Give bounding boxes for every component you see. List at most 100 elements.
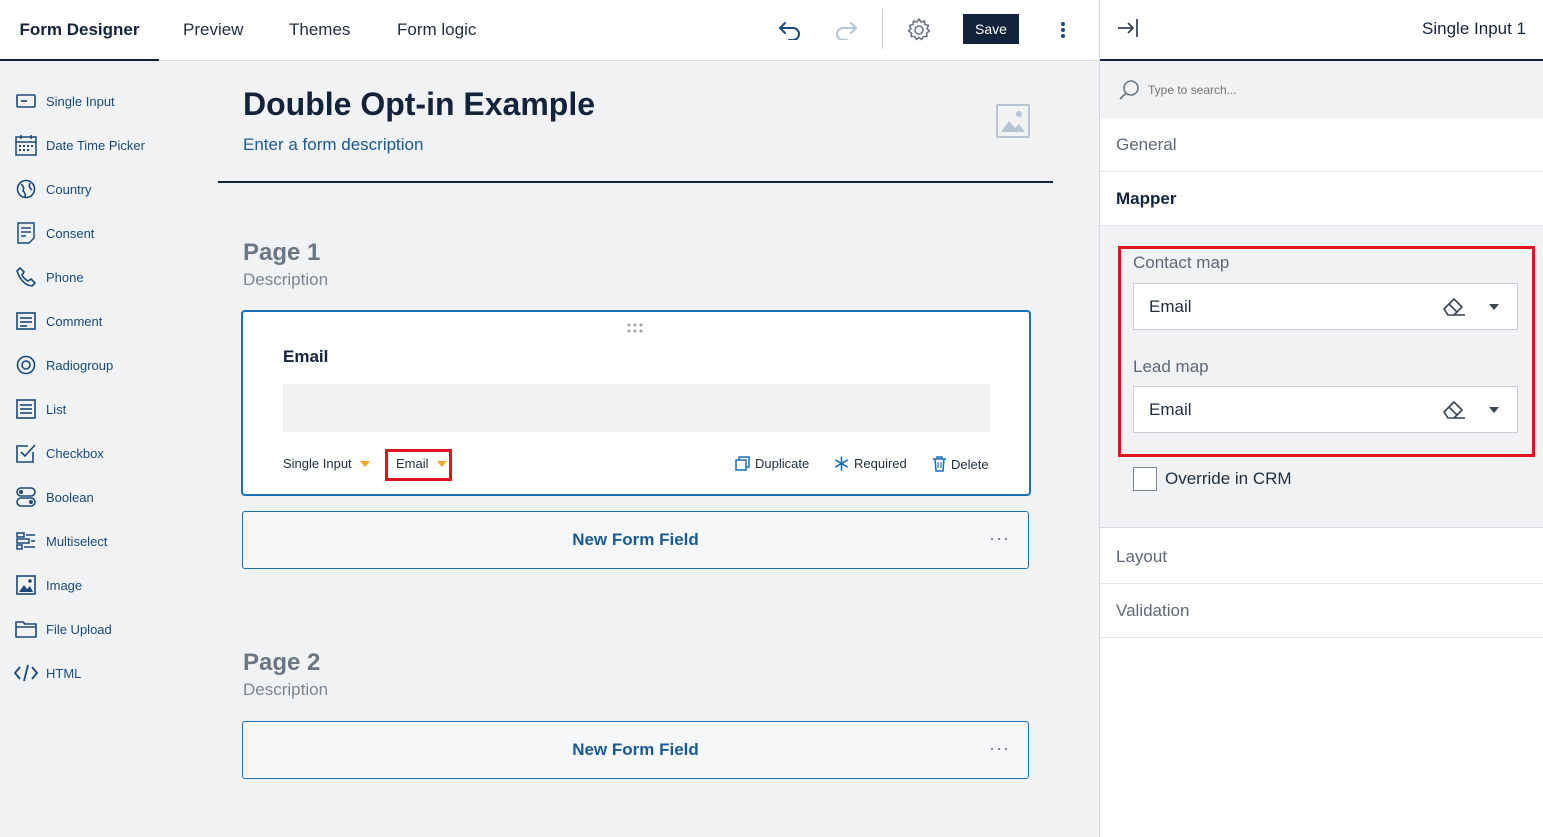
section-mapper[interactable]: Mapper [1100, 172, 1543, 226]
contact-map-value: Email [1149, 297, 1192, 316]
save-button[interactable]: Save [963, 14, 1019, 44]
question-input-preview [283, 384, 990, 432]
toolbox-item-label: Country [46, 181, 92, 197]
question-type-dropdown[interactable]: Single Input [283, 456, 370, 471]
checkbox-icon [14, 441, 38, 465]
toggle-icon [14, 485, 38, 509]
folder-icon [14, 617, 38, 641]
search-input[interactable] [1148, 79, 1508, 101]
more-horizontal-icon[interactable]: ··· [989, 528, 1010, 549]
new-form-field-button[interactable]: New Form Field ··· [242, 511, 1029, 569]
toolbox-item-label: Checkbox [46, 445, 104, 461]
toolbox-item-country[interactable]: Country [14, 177, 92, 201]
form-title[interactable]: Double Opt-in Example [243, 86, 595, 123]
contact-map-label: Contact map [1133, 253, 1230, 272]
contact-map-dropdown[interactable]: Email [1133, 283, 1518, 330]
toolbox-item-checkbox[interactable]: Checkbox [14, 441, 104, 465]
title-divider [218, 181, 1053, 183]
toolbox-item-phone[interactable]: Phone [14, 265, 84, 289]
chevron-down-icon[interactable] [1489, 304, 1499, 310]
toolbox-item-image[interactable]: Image [14, 573, 82, 597]
eraser-icon[interactable] [1441, 398, 1467, 425]
section-layout[interactable]: Layout [1100, 530, 1543, 584]
toolbox-item-radiogroup[interactable]: Radiogroup [14, 353, 113, 377]
chevron-down-icon[interactable] [1489, 407, 1499, 413]
panel-header: Single Input 1 [1100, 0, 1543, 61]
collapse-panel-icon[interactable] [1116, 16, 1140, 45]
question-card-email[interactable]: Email Single Input Email Duplicate Requi… [241, 310, 1031, 496]
lead-map-value: Email [1149, 400, 1192, 419]
override-in-crm-label[interactable]: Override in CRM [1165, 469, 1292, 489]
radio-icon [14, 353, 38, 377]
phone-icon [14, 265, 38, 289]
mapper-section-body: Contact map Email Lead map Email Overrid… [1100, 226, 1543, 528]
more-vertical-icon[interactable] [1047, 14, 1079, 46]
highlight-box [385, 449, 452, 481]
duplicate-label: Duplicate [755, 456, 810, 471]
calendar-icon [14, 133, 38, 157]
toolbox-item-boolean[interactable]: Boolean [14, 485, 94, 509]
page-1-title[interactable]: Page 1 [243, 239, 320, 267]
toolbox-item-multiselect[interactable]: Multiselect [14, 529, 107, 553]
redo-icon[interactable] [830, 14, 862, 46]
comment-icon [14, 309, 38, 333]
drag-handle-icon[interactable] [627, 320, 643, 338]
delete-button[interactable]: Delete [933, 456, 989, 472]
trash-icon [933, 456, 946, 472]
search-icon [1118, 79, 1140, 106]
panel-title: Single Input 1 [1422, 19, 1526, 38]
eraser-icon[interactable] [1441, 295, 1467, 322]
page-2-title[interactable]: Page 2 [243, 649, 320, 677]
section-validation[interactable]: Validation [1100, 584, 1543, 638]
toolbox-item-html[interactable]: HTML [14, 661, 81, 685]
section-label: Layout [1116, 547, 1168, 566]
tab-preview[interactable]: Preview [183, 0, 243, 61]
toolbox-item-label: HTML [46, 665, 82, 681]
lead-map-dropdown[interactable]: Email [1133, 386, 1518, 433]
toolbox-item-single-input[interactable]: Single Input [14, 89, 115, 113]
image-placeholder-icon[interactable] [996, 104, 1030, 138]
settings-gear-icon[interactable] [903, 14, 935, 46]
toolbox-item-label: Date Time Picker [46, 137, 145, 153]
required-label: Required [854, 456, 907, 471]
section-label: Validation [1116, 601, 1190, 620]
lead-map-label: Lead map [1133, 357, 1209, 376]
multiselect-icon [14, 529, 38, 553]
toolbox-item-label: Image [46, 577, 83, 593]
toolbox-item-label: Multiselect [46, 533, 108, 549]
toolbox-item-date-time-picker[interactable]: Date Time Picker [14, 133, 145, 157]
toolbox-item-label: List [46, 401, 67, 417]
delete-label: Delete [951, 456, 989, 472]
toolbox-item-file-upload[interactable]: File Upload [14, 617, 112, 641]
new-form-field-label: New Form Field [572, 740, 699, 759]
toolbox: Single Input Date Time Picker Country Co… [0, 61, 200, 837]
asterisk-icon [834, 456, 849, 471]
duplicate-icon [735, 456, 750, 471]
question-type-label: Single Input [283, 456, 352, 471]
toolbox-item-label: Boolean [46, 489, 94, 505]
required-toggle[interactable]: Required [834, 456, 907, 471]
toolbox-item-consent[interactable]: Consent [14, 221, 94, 245]
property-panel: Single Input 1 General Mapper Contact ma… [1099, 0, 1543, 837]
page-1-description[interactable]: Description [243, 270, 328, 290]
section-label: General [1116, 135, 1177, 154]
more-horizontal-icon[interactable]: ··· [989, 738, 1010, 759]
toolbox-item-label: Single Input [46, 93, 115, 109]
new-form-field-label: New Form Field [572, 530, 699, 549]
chevron-down-icon [359, 460, 370, 467]
duplicate-button[interactable]: Duplicate [735, 456, 809, 471]
question-title[interactable]: Email [283, 347, 328, 367]
toolbox-item-list[interactable]: List [14, 397, 66, 421]
section-general[interactable]: General [1100, 118, 1543, 172]
new-form-field-button[interactable]: New Form Field ··· [242, 721, 1029, 779]
page-2-description[interactable]: Description [243, 680, 328, 700]
tab-themes[interactable]: Themes [289, 0, 350, 61]
tab-form-designer[interactable]: Form Designer [0, 0, 159, 61]
toolbox-item-comment[interactable]: Comment [14, 309, 102, 333]
panel-search [1100, 61, 1543, 118]
tab-form-logic[interactable]: Form logic [397, 0, 476, 61]
undo-icon[interactable] [774, 14, 806, 46]
document-icon [14, 221, 38, 245]
override-in-crm-checkbox[interactable] [1133, 467, 1157, 491]
form-description[interactable]: Enter a form description [243, 135, 423, 155]
